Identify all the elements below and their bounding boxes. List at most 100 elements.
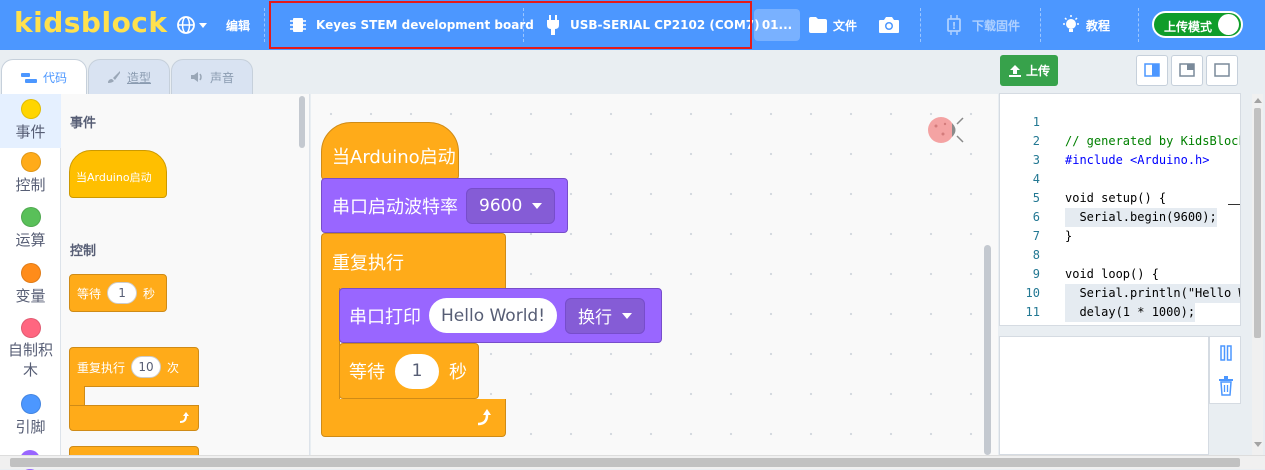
scroll-up-icon[interactable] xyxy=(1254,98,1262,103)
screenshot-button[interactable] xyxy=(878,0,900,50)
category-my-blocks[interactable]: 自制积木 xyxy=(0,318,61,380)
category-dot-icon xyxy=(20,394,41,414)
layout-full-button[interactable] xyxy=(1206,55,1238,86)
toggle-knob xyxy=(1218,14,1239,35)
upload-mode-toggle[interactable]: 上传模式 xyxy=(1152,11,1243,38)
editor-overview-marker xyxy=(1228,204,1240,205)
code-line: 11 } xyxy=(1000,284,1240,325)
menu-divider xyxy=(264,8,265,42)
code-line: 7 xyxy=(1000,208,1240,243)
highlight-box xyxy=(269,1,752,49)
block-palette: 事件 当Arduino启动 控制 等待 1 秒 重复执行 10 次 xyxy=(61,94,310,469)
category-dot-icon xyxy=(20,263,41,283)
category-label: 引脚 xyxy=(15,418,46,436)
scroll-thumb[interactable] xyxy=(10,458,1240,467)
chevron-down-icon xyxy=(532,202,543,209)
tutorial-label: 教程 xyxy=(1086,18,1111,33)
category-operators[interactable]: 运算 xyxy=(0,207,61,250)
block-text: 重复执行 xyxy=(77,360,126,375)
category-dot-icon xyxy=(20,318,41,338)
port-short-button[interactable]: 01... xyxy=(754,9,800,41)
layout-code-right-button[interactable] xyxy=(1136,55,1168,86)
loop-arrow-icon xyxy=(179,412,189,423)
tab-sounds[interactable]: 声音 xyxy=(171,59,253,94)
pause-icon[interactable] xyxy=(1218,344,1234,362)
tab-sounds-label: 声音 xyxy=(209,70,234,85)
wait-seconds-input[interactable]: 1 xyxy=(395,353,439,389)
layout-icon xyxy=(1214,63,1230,77)
download-firmware-button[interactable]: ! 下载固件 xyxy=(944,0,1020,50)
code-line: 10 delay(1 * 1000); xyxy=(1000,265,1240,322)
palette-heading-control: 控制 xyxy=(70,244,97,259)
brush-icon xyxy=(107,71,120,83)
language-menu[interactable] xyxy=(176,0,207,50)
block-serial-print[interactable]: 串口打印 Hello World! 换行 xyxy=(339,288,662,343)
scroll-thumb[interactable] xyxy=(1254,108,1261,338)
forever-arm xyxy=(321,288,340,400)
workspace-scrollbar[interactable] xyxy=(984,245,991,455)
block-text: 串口打印 xyxy=(349,306,421,328)
horizontal-scrollbar[interactable] xyxy=(0,455,1265,469)
category-dot-icon xyxy=(20,207,41,227)
page-scrollbar[interactable] xyxy=(1252,94,1263,455)
category-events[interactable]: 事件 xyxy=(0,94,61,148)
file-menu[interactable]: 文件 xyxy=(808,0,857,50)
block-wait[interactable]: 等待 1 秒 xyxy=(339,343,479,399)
serial-tools xyxy=(1209,336,1241,404)
block-text: 秒 xyxy=(143,286,156,301)
trash-icon[interactable] xyxy=(1218,376,1234,396)
camera-icon xyxy=(879,17,899,33)
layout-split-button[interactable] xyxy=(1171,55,1203,86)
menu-divider xyxy=(1138,8,1139,42)
menu-divider xyxy=(920,8,921,42)
code-workspace[interactable]: 当Arduino启动 串口启动波特率 9600 重复执行 串口打印 Hello … xyxy=(311,94,998,455)
code-line: 6 } xyxy=(1000,189,1240,243)
code-line: 1 // generated by KidsBlock xyxy=(1000,94,1240,148)
block-text: 等待 xyxy=(77,286,102,301)
block-number-input[interactable]: 1 xyxy=(107,282,138,304)
palette-block-arduino-start[interactable]: 当Arduino启动 xyxy=(69,150,167,198)
category-control[interactable]: 控制 xyxy=(0,152,61,195)
block-text: 当Arduino启动 xyxy=(332,147,456,168)
block-forever[interactable]: 重复执行 xyxy=(321,233,506,289)
layout-icon xyxy=(1144,63,1160,77)
hat-block-arduino-start[interactable]: 当Arduino启动 xyxy=(321,122,459,180)
code-line: 12 xyxy=(1000,303,1240,325)
app-logo: kidsblock xyxy=(14,6,168,39)
scroll-down-icon[interactable] xyxy=(1254,442,1262,447)
category-dot-icon xyxy=(20,99,41,119)
category-menu: 事件 控制 运算 变量 自制积木 引脚 xyxy=(0,94,61,470)
globe-icon xyxy=(177,16,195,34)
block-text: 串口启动波特率 xyxy=(332,196,458,218)
code-line: 9 Serial.println("Hello World!"); xyxy=(1000,246,1240,303)
baud-rate-dropdown[interactable]: 9600 xyxy=(466,187,556,224)
edit-menu[interactable]: 编辑 xyxy=(226,0,250,50)
speaker-icon xyxy=(190,72,202,82)
block-number-input[interactable]: 10 xyxy=(131,356,162,378)
serial-monitor[interactable] xyxy=(999,336,1209,455)
tutorial-button[interactable]: 教程 xyxy=(1062,0,1110,50)
block-serial-begin[interactable]: 串口启动波特率 9600 xyxy=(321,178,568,233)
upload-button[interactable]: 上传 xyxy=(1000,55,1058,86)
newline-dropdown[interactable]: 换行 xyxy=(565,297,646,334)
firmware-chip-icon: ! xyxy=(947,15,961,35)
dropdown-value: 换行 xyxy=(578,308,613,328)
tab-code[interactable]: 代码 xyxy=(1,59,87,95)
lightbulb-icon xyxy=(1063,15,1079,32)
code-editor[interactable]: 1 // generated by KidsBlock 2 #include <… xyxy=(999,93,1241,326)
line-text: } xyxy=(1065,322,1072,325)
palette-scrollbar[interactable] xyxy=(299,96,305,148)
category-variables[interactable]: 变量 xyxy=(0,263,61,306)
palette-block-repeat[interactable]: 重复执行 10 次 xyxy=(69,347,199,387)
block-text: 重复执行 xyxy=(332,252,404,274)
serial-print-text-input[interactable]: Hello World! xyxy=(429,298,558,333)
category-label: 自制积木 xyxy=(7,341,53,379)
category-pins[interactable]: 引脚 xyxy=(0,394,61,437)
forever-foot xyxy=(321,399,506,437)
chevron-down-icon xyxy=(622,312,633,319)
block-text: 等待 xyxy=(349,362,385,383)
category-label: 控制 xyxy=(15,176,46,194)
palette-block-wait[interactable]: 等待 1 秒 xyxy=(69,274,167,312)
upload-label: 上传 xyxy=(1025,64,1050,78)
tab-costumes[interactable]: 造型 xyxy=(88,59,170,94)
